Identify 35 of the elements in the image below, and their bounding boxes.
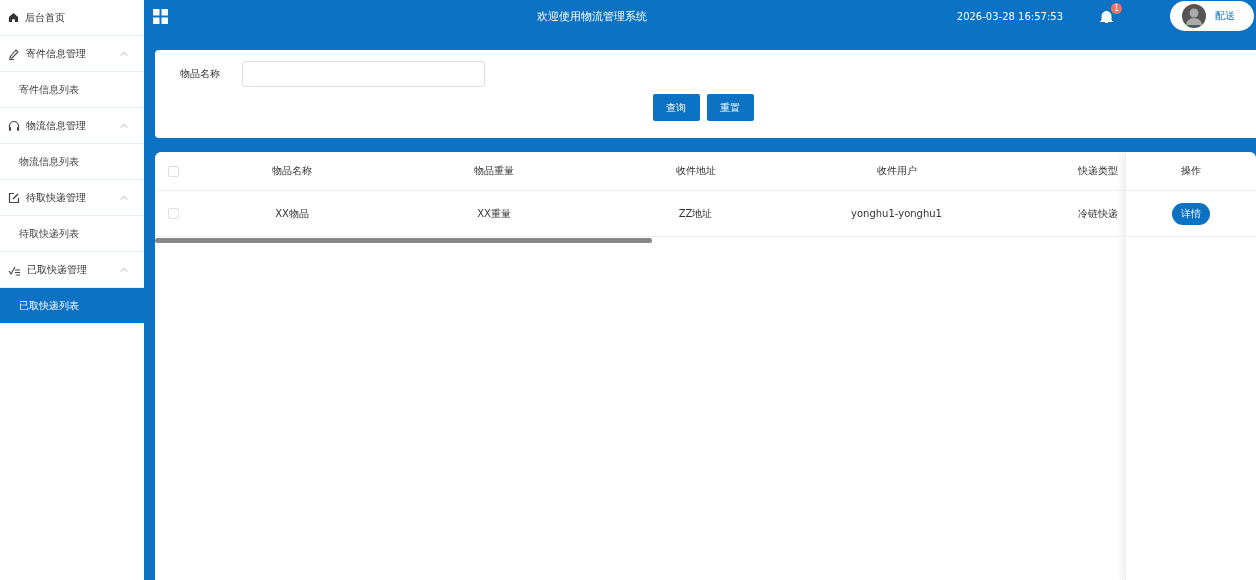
checkbox[interactable] xyxy=(167,208,179,219)
column-header: 操作 xyxy=(1181,164,1201,178)
home-icon xyxy=(8,12,19,23)
headphones-icon xyxy=(8,119,20,132)
table-cell: ZZ地址 xyxy=(678,207,713,219)
caret-icon xyxy=(120,195,128,200)
field-label: 物品名称 xyxy=(180,67,220,81)
bell-icon[interactable] xyxy=(1099,8,1114,24)
checkbox[interactable] xyxy=(167,165,179,177)
input-field[interactable] xyxy=(242,61,485,87)
notification-badge: 1 xyxy=(1111,2,1122,14)
caret-icon xyxy=(120,267,128,272)
scrollbar[interactable] xyxy=(155,238,652,243)
pen-icon xyxy=(8,47,20,60)
column-header: 物品重量 xyxy=(474,165,514,176)
table-cell: XX重量 xyxy=(477,207,511,219)
caret-icon xyxy=(120,123,128,128)
user-menu[interactable]: 配送 xyxy=(1170,1,1254,31)
caret-icon xyxy=(120,51,128,56)
query-button[interactable]: 查询 xyxy=(652,94,700,121)
column-header: 物品名称 xyxy=(272,165,312,176)
edit-icon xyxy=(8,191,20,204)
app-title: 欢迎使用物流管理系统 xyxy=(536,8,649,24)
avatar-icon xyxy=(1182,4,1206,28)
column-header: 收件用户 xyxy=(876,165,917,176)
column-header: 快递类型 xyxy=(1078,165,1118,176)
details-button[interactable]: 详情 xyxy=(1172,202,1210,225)
reset-button[interactable]: 重置 xyxy=(706,94,754,121)
column-header: 收件地址 xyxy=(675,165,716,176)
table-cell: 冷链快递 xyxy=(1078,207,1118,219)
datetime: 2026-03-28 16:57:53 xyxy=(956,10,1063,22)
table-cell: XX物品 xyxy=(275,207,309,219)
sidebar-item[interactable]: 已取快递列表 xyxy=(0,288,144,324)
grid-menu-icon[interactable] xyxy=(153,8,168,24)
table-cell: yonghu1-yonghu1 xyxy=(851,208,942,219)
